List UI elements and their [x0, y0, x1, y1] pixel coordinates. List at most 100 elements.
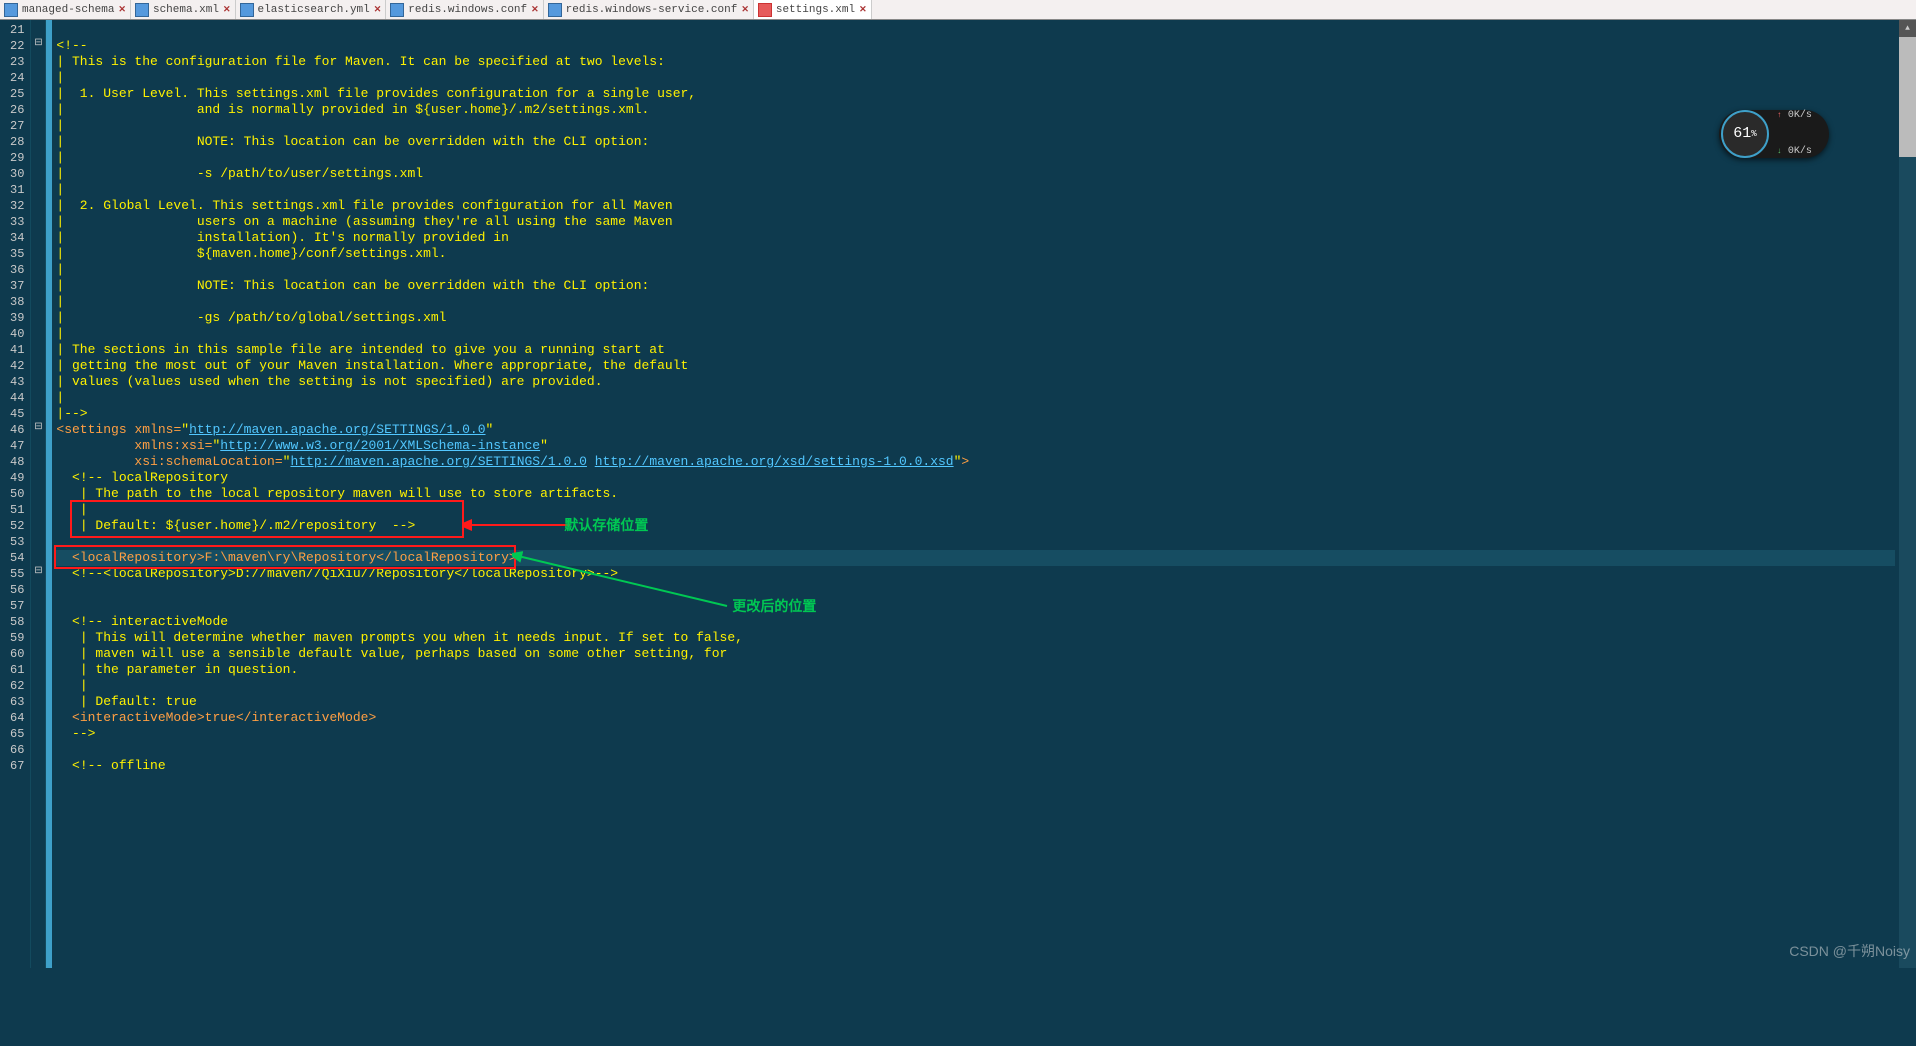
- code-line[interactable]: <!-- offline: [56, 758, 1895, 774]
- vertical-scrollbar[interactable]: ▲: [1899, 20, 1916, 968]
- code-line[interactable]: [56, 582, 1895, 598]
- code-line[interactable]: | Default: ${user.home}/.m2/repository -…: [56, 518, 1895, 534]
- code-line[interactable]: |: [56, 390, 1895, 406]
- line-number: 67: [10, 758, 24, 774]
- line-number: 33: [10, 214, 24, 230]
- fold-marker: [31, 580, 45, 596]
- tab-managed-schema[interactable]: managed-schema✕: [0, 0, 131, 19]
- fold-marker: [31, 628, 45, 644]
- close-icon[interactable]: ✕: [741, 5, 749, 15]
- code-line[interactable]: | This is the configuration file for Mav…: [56, 54, 1895, 70]
- line-number: 55: [10, 566, 24, 582]
- line-number: 60: [10, 646, 24, 662]
- code-line[interactable]: | The sections in this sample file are i…: [56, 342, 1895, 358]
- line-number: 28: [10, 134, 24, 150]
- line-number: 35: [10, 246, 24, 262]
- code-line[interactable]: <interactiveMode>true</interactiveMode>: [56, 710, 1895, 726]
- code-line[interactable]: | Default: true: [56, 694, 1895, 710]
- fold-marker: [31, 612, 45, 628]
- code-line[interactable]: |-->: [56, 406, 1895, 422]
- code-line[interactable]: | This will determine whether maven prom…: [56, 630, 1895, 646]
- code-line[interactable]: -->: [56, 726, 1895, 742]
- line-number-gutter: 2122232425262728293031323334353637383940…: [0, 20, 31, 968]
- code-line[interactable]: <localRepository>F:\maven\ry\Repository<…: [56, 550, 1895, 566]
- code-line[interactable]: |: [56, 678, 1895, 694]
- line-number: 46: [10, 422, 24, 438]
- code-line[interactable]: |: [56, 182, 1895, 198]
- fold-marker: [31, 164, 45, 180]
- code-line[interactable]: xsi:schemaLocation="http://maven.apache.…: [56, 454, 1895, 470]
- code-line[interactable]: <!-- localRepository: [56, 470, 1895, 486]
- line-number: 32: [10, 198, 24, 214]
- tab-redis-windows-service-conf[interactable]: redis.windows-service.conf✕: [544, 0, 754, 19]
- fold-marker: [31, 404, 45, 420]
- fold-marker: [31, 548, 45, 564]
- code-line[interactable]: | -s /path/to/user/settings.xml: [56, 166, 1895, 182]
- close-icon[interactable]: ✕: [531, 5, 539, 15]
- performance-widget[interactable]: 61% ↑ 0K/s ↓ 0K/s: [1719, 110, 1829, 158]
- code-line[interactable]: <!--<localRepository>D://maven//QiXiu//R…: [56, 566, 1895, 582]
- scroll-up-button[interactable]: ▲: [1899, 20, 1916, 37]
- code-line[interactable]: [56, 534, 1895, 550]
- code-line[interactable]: <!--: [56, 38, 1895, 54]
- tab-schema-xml[interactable]: schema.xml✕: [131, 0, 236, 19]
- line-number: 49: [10, 470, 24, 486]
- tab-elasticsearch-yml[interactable]: elasticsearch.yml✕: [236, 0, 387, 19]
- code-line[interactable]: | the parameter in question.: [56, 662, 1895, 678]
- line-number: 63: [10, 694, 24, 710]
- code-line[interactable]: |: [56, 262, 1895, 278]
- code-line[interactable]: xmlns:xsi="http://www.w3.org/2001/XMLSch…: [56, 438, 1895, 454]
- code-line[interactable]: |: [56, 294, 1895, 310]
- code-line[interactable]: |: [56, 70, 1895, 86]
- code-line[interactable]: |: [56, 150, 1895, 166]
- close-icon[interactable]: ✕: [118, 5, 126, 15]
- tab-redis-windows-conf[interactable]: redis.windows.conf✕: [386, 0, 543, 19]
- code-line[interactable]: <!-- interactiveMode: [56, 614, 1895, 630]
- code-line[interactable]: | values (values used when the setting i…: [56, 374, 1895, 390]
- code-line[interactable]: <settings xmlns="http://maven.apache.org…: [56, 422, 1895, 438]
- code-line[interactable]: | and is normally provided in ${user.hom…: [56, 102, 1895, 118]
- code-line[interactable]: | users on a machine (assuming they're a…: [56, 214, 1895, 230]
- code-line[interactable]: | 2. Global Level. This settings.xml fil…: [56, 198, 1895, 214]
- code-line[interactable]: [56, 22, 1895, 38]
- tab-settings-xml[interactable]: settings.xml ✕: [754, 0, 872, 19]
- code-line[interactable]: | NOTE: This location can be overridden …: [56, 134, 1895, 150]
- fold-marker: [31, 116, 45, 132]
- fold-marker[interactable]: ⊟: [31, 564, 45, 580]
- upload-icon: ↑: [1777, 111, 1782, 120]
- code-line[interactable]: | ${maven.home}/conf/settings.xml.: [56, 246, 1895, 262]
- code-line[interactable]: [56, 742, 1895, 758]
- fold-gutter: ⊟ ⊟ ⊟: [31, 20, 46, 968]
- fold-marker[interactable]: ⊟: [31, 36, 45, 52]
- code-line[interactable]: | The path to the local repository maven…: [56, 486, 1895, 502]
- close-icon[interactable]: ✕: [374, 5, 382, 15]
- tab-bar: managed-schema✕schema.xml✕elasticsearch.…: [0, 0, 1916, 20]
- code-line[interactable]: | -gs /path/to/global/settings.xml: [56, 310, 1895, 326]
- code-line[interactable]: | NOTE: This location can be overridden …: [56, 278, 1895, 294]
- perf-stats: ↑ 0K/s ↓ 0K/s: [1777, 86, 1825, 182]
- line-number: 50: [10, 486, 24, 502]
- code-line[interactable]: [56, 598, 1895, 614]
- line-number: 38: [10, 294, 24, 310]
- fold-marker: [31, 244, 45, 260]
- code-line[interactable]: |: [56, 326, 1895, 342]
- scroll-thumb[interactable]: [1899, 37, 1916, 157]
- code-line[interactable]: |: [56, 502, 1895, 518]
- fold-marker: [31, 308, 45, 324]
- fold-marker[interactable]: ⊟: [31, 420, 45, 436]
- code-line[interactable]: | 1. User Level. This settings.xml file …: [56, 86, 1895, 102]
- fold-marker: [31, 68, 45, 84]
- code-line[interactable]: | installation). It's normally provided …: [56, 230, 1895, 246]
- line-number: 26: [10, 102, 24, 118]
- line-number: 53: [10, 534, 24, 550]
- code-line[interactable]: | getting the most out of your Maven ins…: [56, 358, 1895, 374]
- fold-marker: [31, 708, 45, 724]
- line-number: 44: [10, 390, 24, 406]
- close-icon[interactable]: ✕: [223, 5, 231, 15]
- tab-label: settings.xml: [776, 4, 855, 16]
- code-content[interactable]: <!--| This is the configuration file for…: [52, 20, 1899, 968]
- line-number: 42: [10, 358, 24, 374]
- close-icon[interactable]: ✕: [859, 5, 867, 15]
- code-line[interactable]: | maven will use a sensible default valu…: [56, 646, 1895, 662]
- code-line[interactable]: |: [56, 118, 1895, 134]
